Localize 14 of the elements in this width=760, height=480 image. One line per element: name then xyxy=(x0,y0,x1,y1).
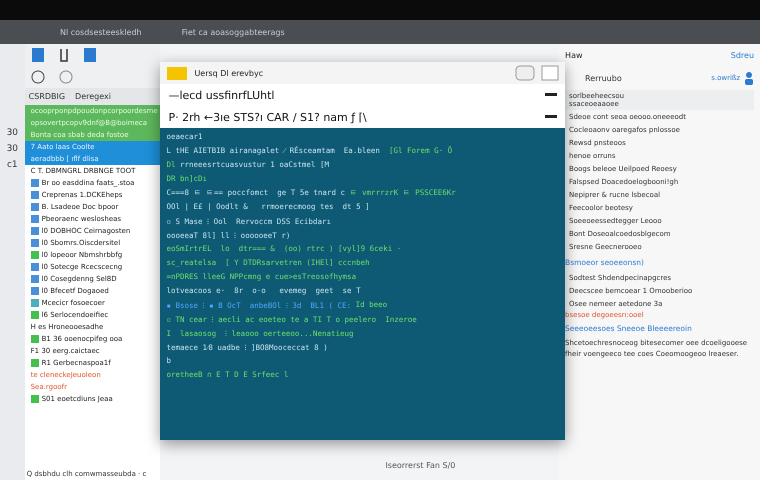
line-number: c1 xyxy=(6,160,18,170)
status-text: Iseorrerst Fan S/0 xyxy=(384,460,456,472)
title-text: Fiet ca aoasoggabteerags xyxy=(182,28,285,36)
window-title: Uersq Dl erevbyc xyxy=(194,68,264,78)
editor-line: P· 2rh ←3ıe STS?ı CAR / S1? nam ƒ ⌈\ xyxy=(168,110,367,124)
title-text: Nl cosdsesteeskledh xyxy=(60,28,142,36)
tab[interactable]: Haw xyxy=(565,50,583,60)
editor-line: —lecd ussfinrfLUhtl xyxy=(168,88,274,102)
column-header[interactable]: CSRDBIG xyxy=(28,92,66,101)
line-number: 30 xyxy=(6,128,18,138)
line-number: 30 xyxy=(6,144,18,154)
panel-title: Rerruubo xyxy=(584,74,622,82)
column-header[interactable]: Deregexi xyxy=(75,92,111,101)
link[interactable]: Sdreu xyxy=(730,50,754,60)
